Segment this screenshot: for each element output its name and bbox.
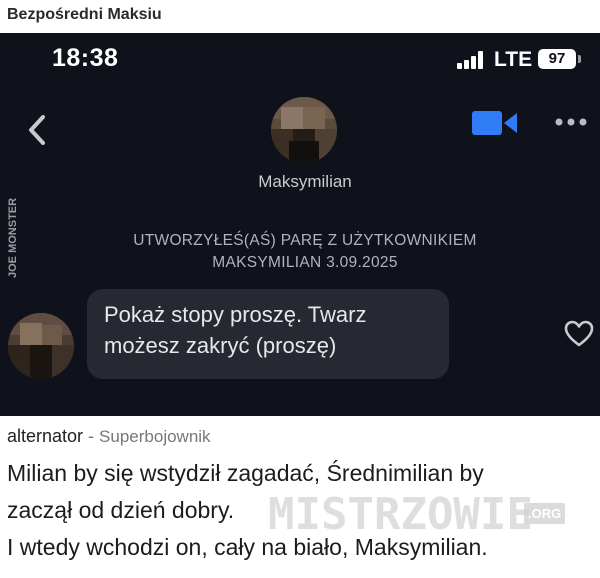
battery-tip (578, 55, 581, 63)
system-message-line2: MAKSYMILIAN 3.09.2025 (212, 254, 398, 271)
comment-author-name[interactable]: alternator (7, 426, 83, 446)
signal-icon (457, 51, 489, 69)
side-watermark: JOE MONSTER (3, 175, 21, 280)
message-text: Pokaż stopy proszę. Twarz możesz zakryć … (104, 299, 367, 361)
comment-separator: - (83, 426, 100, 446)
contact-avatar[interactable] (271, 97, 337, 163)
network-label: LTE (494, 48, 533, 71)
svg-text:JOE MONSTER: JOE MONSTER (7, 198, 19, 278)
sender-avatar[interactable] (8, 313, 74, 379)
video-camera-icon[interactable] (470, 110, 518, 136)
page-title: Bezpośredni Maksiu (7, 6, 162, 23)
comment-header: alternator - Superbojownik (7, 426, 211, 447)
chat-screenshot: 18:38 LTE 97 Maksymilian JOE MONSTER UTW… (0, 33, 600, 416)
status-time: 18:38 (52, 44, 119, 72)
battery-icon: 97 (538, 49, 576, 69)
comment-line1: Milian by się wstydził zagadać, Średnimi… (7, 460, 484, 486)
contact-name[interactable]: Maksymilian (0, 172, 600, 192)
more-dots-icon[interactable] (554, 115, 590, 129)
heart-icon[interactable] (564, 320, 594, 348)
back-chevron-icon[interactable] (20, 113, 54, 147)
comment-body: Milian by się wstydził zagadać, Średnimi… (7, 455, 597, 566)
system-message-line1: UTWORZYŁEŚ(AŚ) PARĘ Z UŻYTKOWNIKIEM (133, 232, 477, 249)
message-line1: Pokaż stopy proszę. Twarz (104, 302, 367, 327)
comment-author-rank: Superbojownik (99, 427, 211, 446)
message-bubble[interactable]: Pokaż stopy proszę. Twarz możesz zakryć … (87, 289, 449, 379)
comment-line2: zaczął od dzień dobry. (7, 497, 235, 523)
pairing-system-message: UTWORZYŁEŚ(AŚ) PARĘ Z UŻYTKOWNIKIEM MAKS… (80, 230, 530, 274)
comment-line3: I wtedy wchodzi on, cały na biało, Maksy… (7, 534, 488, 560)
message-line2: możesz zakryć (proszę) (104, 333, 337, 358)
